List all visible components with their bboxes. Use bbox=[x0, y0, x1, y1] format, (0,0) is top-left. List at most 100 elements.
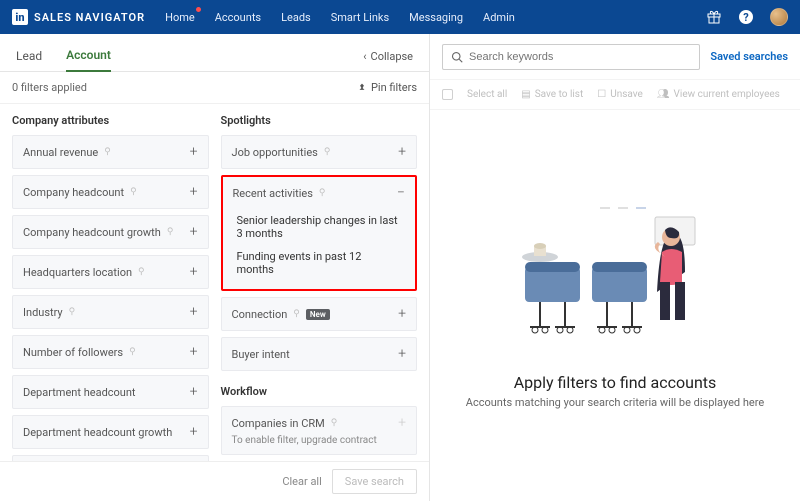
plus-icon: + bbox=[190, 344, 198, 360]
filter-headquarters-location[interactable]: Headquarters location ⚲ + bbox=[12, 255, 209, 289]
linkedin-logo-icon: in bbox=[12, 9, 28, 25]
unsave-label: Unsave bbox=[610, 89, 643, 100]
nav-admin[interactable]: Admin bbox=[483, 11, 515, 24]
nav-right: ? bbox=[706, 8, 788, 26]
col-spotlights-workflow: Spotlights Job opportunities⚲+ Recent ac… bbox=[221, 114, 418, 451]
filter-connection[interactable]: Connection⚲New+ bbox=[221, 297, 418, 331]
filter-label: Recent activities bbox=[233, 187, 313, 200]
plus-icon: + bbox=[190, 184, 198, 200]
filter-department-headcount[interactable]: Department headcount+ bbox=[12, 375, 209, 409]
filter-label: Company headcount growth bbox=[23, 226, 161, 239]
filter-body: Company attributes Annual revenue⚲+ Comp… bbox=[0, 104, 429, 461]
search-icon bbox=[451, 51, 463, 63]
filters-applied-text: 0 filters applied bbox=[12, 81, 87, 94]
option-funding-events[interactable]: Funding events in past 12 months bbox=[233, 245, 406, 281]
filter-annual-revenue[interactable]: Annual revenue ⚲ + bbox=[12, 135, 209, 169]
filter-label: Companies in CRM bbox=[232, 417, 325, 430]
results-toolbar: Select all ▤Save to list ☐Unsave 👥︎View … bbox=[430, 80, 800, 110]
tab-account[interactable]: Account bbox=[66, 42, 111, 72]
pin-icon: ⚲ bbox=[319, 188, 326, 198]
filter-subbar: 0 filters applied Pin filters bbox=[0, 72, 429, 104]
plus-icon: + bbox=[190, 264, 198, 280]
pin-icon: ⚲ bbox=[138, 267, 145, 277]
collapse-label: Collapse bbox=[371, 50, 413, 63]
filter-label: Company headcount bbox=[23, 186, 124, 199]
filter-label: Headquarters location bbox=[23, 266, 132, 279]
collapse-button[interactable]: ‹ Collapse bbox=[363, 50, 413, 71]
brand: in SALES NAVIGATOR bbox=[12, 9, 145, 25]
avatar[interactable] bbox=[770, 8, 788, 26]
filter-label: Number of followers bbox=[23, 346, 123, 359]
col-company-attributes: Company attributes Annual revenue⚲+ Comp… bbox=[12, 114, 209, 451]
tab-lead[interactable]: Lead bbox=[16, 43, 42, 71]
search-row: Saved searches bbox=[430, 34, 800, 80]
plus-icon: + bbox=[398, 144, 406, 160]
pin-icon: ⚲ bbox=[293, 309, 300, 319]
filter-tabs: Lead Account ‹ Collapse bbox=[0, 34, 429, 72]
search-input[interactable] bbox=[469, 51, 691, 63]
filter-recent-activities-header[interactable]: Recent activities ⚲ − bbox=[223, 177, 416, 209]
clear-all-button[interactable]: Clear all bbox=[282, 475, 321, 488]
save-to-list-label: Save to list bbox=[535, 89, 584, 100]
notification-dot-icon bbox=[196, 7, 201, 12]
filter-label: Annual revenue bbox=[23, 146, 98, 159]
filter-footer: Clear all Save search bbox=[0, 461, 429, 501]
recent-activities-options: Senior leadership changes in last 3 mont… bbox=[223, 209, 416, 289]
pin-icon: ⚲ bbox=[331, 418, 338, 428]
view-employees-label: View current employees bbox=[674, 89, 780, 100]
nav-messaging[interactable]: Messaging bbox=[409, 11, 463, 24]
minus-icon: − bbox=[397, 185, 405, 201]
filter-label: Buyer intent bbox=[232, 348, 290, 361]
pin-filters-label: Pin filters bbox=[371, 81, 417, 94]
results-panel: Saved searches Select all ▤Save to list … bbox=[430, 34, 800, 501]
filter-department-headcount-growth[interactable]: Department headcount growth + bbox=[12, 415, 209, 449]
search-box[interactable] bbox=[442, 44, 700, 70]
pin-icon: ⚲ bbox=[129, 347, 136, 357]
filter-label: Industry bbox=[23, 306, 63, 319]
nav-leads[interactable]: Leads bbox=[281, 11, 311, 24]
heading-spotlights: Spotlights bbox=[221, 114, 418, 127]
filter-number-of-followers[interactable]: Number of followers ⚲ + bbox=[12, 335, 209, 369]
empty-subtitle: Accounts matching your search criteria w… bbox=[466, 396, 764, 409]
filter-company-headcount[interactable]: Company headcount⚲+ bbox=[12, 175, 209, 209]
empty-title: Apply filters to find accounts bbox=[514, 373, 717, 392]
pin-filters-button[interactable]: Pin filters bbox=[357, 81, 417, 94]
nav-accounts[interactable]: Accounts bbox=[215, 11, 261, 24]
nav-links: Home Accounts Leads Smart Links Messagin… bbox=[165, 11, 515, 24]
pin-icon bbox=[357, 83, 367, 93]
chevron-left-icon: ‹ bbox=[363, 50, 366, 63]
plus-icon: + bbox=[190, 424, 198, 440]
nav-home-label: Home bbox=[165, 11, 195, 24]
filter-buyer-intent[interactable]: Buyer intent+ bbox=[221, 337, 418, 371]
new-badge: New bbox=[306, 309, 330, 320]
save-to-list-button: ▤Save to list bbox=[521, 89, 583, 100]
people-icon: 👥︎ bbox=[657, 89, 670, 100]
empty-illustration-icon bbox=[510, 202, 720, 357]
nav-home[interactable]: Home bbox=[165, 11, 195, 24]
save-search-button[interactable]: Save search bbox=[332, 469, 417, 494]
main: Lead Account ‹ Collapse 0 filters applie… bbox=[0, 34, 800, 501]
help-icon[interactable]: ? bbox=[738, 9, 754, 25]
filter-job-opportunities[interactable]: Job opportunities⚲+ bbox=[221, 135, 418, 169]
gift-icon[interactable] bbox=[706, 9, 722, 25]
plus-icon: + bbox=[190, 144, 198, 160]
filter-companies-in-crm[interactable]: Companies in CRM ⚲ + To enable filter, upg… bbox=[221, 406, 418, 455]
plus-icon: + bbox=[190, 224, 198, 240]
nav-smart-links[interactable]: Smart Links bbox=[331, 11, 389, 24]
plus-icon: + bbox=[398, 415, 406, 431]
filter-company-headcount-growth[interactable]: Company headcount growth⚲+ bbox=[12, 215, 209, 249]
view-employees-button: 👥︎ View current employees bbox=[657, 89, 780, 100]
saved-searches-link[interactable]: Saved searches bbox=[710, 50, 788, 63]
filter-label: Department headcount bbox=[23, 386, 136, 399]
filter-recent-activities: Recent activities ⚲ − Senior leadership ch… bbox=[221, 175, 418, 291]
plus-icon: + bbox=[190, 304, 198, 320]
unsave-button: ☐Unsave bbox=[597, 89, 643, 100]
option-senior-leadership-changes[interactable]: Senior leadership changes in last 3 mont… bbox=[233, 209, 406, 245]
select-all-checkbox[interactable] bbox=[442, 89, 453, 100]
filter-label: Department headcount growth bbox=[23, 426, 172, 439]
plus-icon: + bbox=[398, 306, 406, 322]
heading-workflow: Workflow bbox=[221, 385, 418, 398]
upgrade-hint: To enable filter, upgrade contract bbox=[222, 435, 417, 454]
pin-icon: ⚲ bbox=[104, 147, 111, 157]
filter-industry[interactable]: Industry⚲+ bbox=[12, 295, 209, 329]
